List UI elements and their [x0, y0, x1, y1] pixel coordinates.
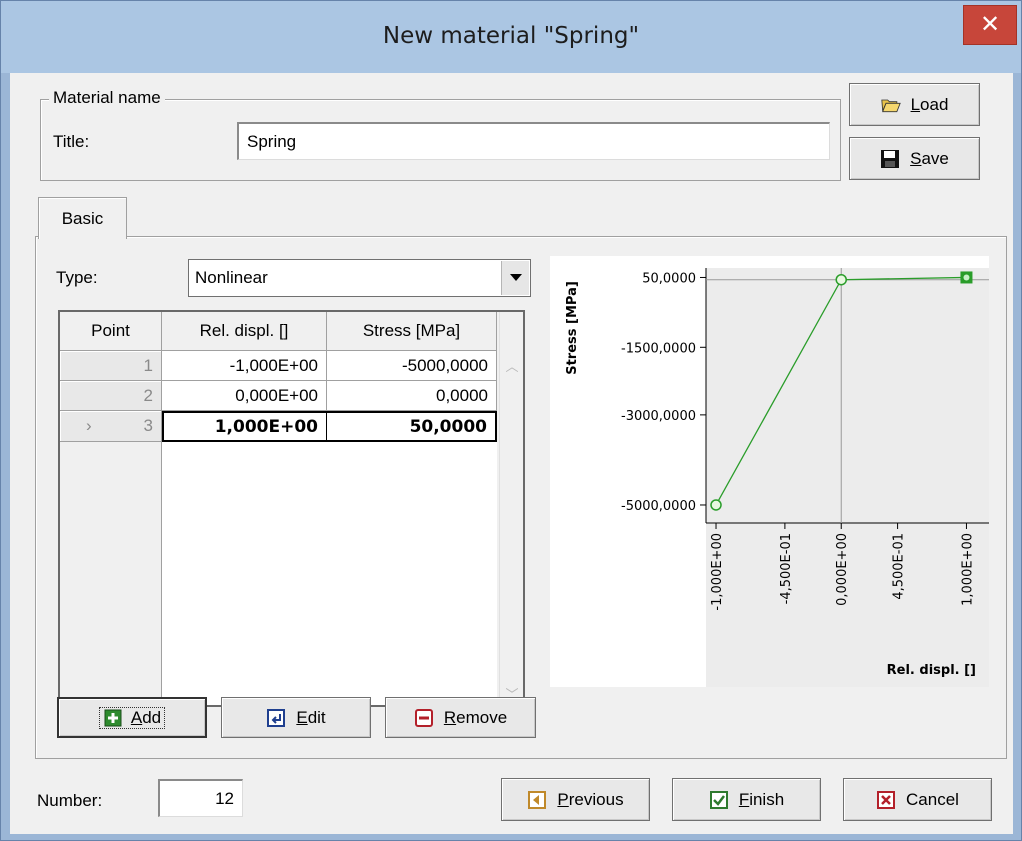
cell-stress-3[interactable]: 50,0000 [327, 411, 497, 442]
window-title: New material "Spring" [382, 23, 640, 49]
title-label: Title: [53, 132, 90, 151]
row-header-column [60, 442, 162, 705]
title-input[interactable]: Spring [237, 122, 830, 160]
close-icon [876, 790, 896, 810]
x-tick-label: -1,000E+00 [710, 533, 725, 611]
row-number: 3 [143, 416, 153, 435]
y-axis-title: Stress [MPa] [565, 281, 580, 375]
current-row-marker-icon: › [86, 416, 92, 435]
type-select[interactable]: Nonlinear [188, 259, 531, 297]
checkmark-icon [709, 790, 729, 810]
row-number: 2 [143, 385, 153, 405]
load-label: Load [910, 94, 949, 114]
row-header-3[interactable]: › 3 [60, 411, 162, 442]
remove-button[interactable]: Remove [385, 697, 536, 738]
x-tick-label: 4,500E-01 [892, 533, 907, 600]
y-tick-label: 50,0000 [642, 271, 696, 286]
header-stress[interactable]: Stress [MPa] [327, 312, 497, 351]
close-button[interactable]: ✕ [963, 5, 1017, 45]
load-button[interactable]: Load [849, 83, 980, 126]
dialog-window: New material "Spring" ✕ Material name Ti… [0, 0, 1022, 841]
points-table: Point Rel. displ. [] Stress [MPa] 1 -1,0… [58, 310, 525, 707]
row-header-2[interactable]: 2 [60, 381, 162, 411]
y-tick-label: -1500,0000 [621, 341, 696, 356]
data-point[interactable] [710, 499, 722, 511]
cancel-button[interactable]: Cancel [843, 778, 992, 821]
plus-icon [103, 708, 123, 728]
save-button[interactable]: Save [849, 137, 980, 180]
arrow-left-icon [527, 790, 547, 810]
cell-stress-1[interactable]: -5000,0000 [327, 351, 497, 381]
dialog-client-area: Material name Title: Spring Load Save Ba… [10, 73, 1013, 834]
data-point[interactable] [963, 274, 970, 281]
data-point[interactable] [835, 273, 847, 286]
edit-button[interactable]: Edit [221, 697, 371, 738]
chevron-down-icon[interactable] [501, 261, 529, 295]
type-label: Type: [56, 268, 98, 287]
number-input[interactable]: 12 [158, 779, 243, 817]
row-number: 1 [143, 355, 153, 375]
number-input-value: 12 [215, 788, 234, 808]
cell-stress-2[interactable]: 0,0000 [327, 381, 497, 411]
cell-rel-displ-1[interactable]: -1,000E+00 [162, 351, 327, 381]
finish-label: Finish [738, 789, 785, 809]
cancel-label: Cancel [906, 789, 959, 809]
cell-rel-displ-3[interactable]: 1,000E+00 [162, 411, 327, 442]
number-label: Number: [37, 791, 103, 810]
header-rel-displ[interactable]: Rel. displ. [] [162, 312, 327, 351]
y-tick-label: -3000,0000 [621, 409, 696, 424]
add-label: Add [130, 707, 162, 727]
table-empty-area [162, 442, 497, 705]
title-bar[interactable]: New material "Spring" ✕ [1, 1, 1021, 73]
remove-label: Remove [443, 707, 508, 727]
material-name-group: Material name Title: Spring [40, 88, 841, 181]
x-axis-title: Rel. displ. [] [887, 663, 976, 678]
cell-rel-displ-2[interactable]: 0,000E+00 [162, 381, 327, 411]
previous-button[interactable]: Previous [501, 778, 650, 821]
header-point[interactable]: Point [60, 312, 162, 351]
y-tick-label: -5000,0000 [621, 499, 696, 514]
add-button-focus: Add [98, 706, 166, 729]
floppy-disk-icon [880, 149, 900, 169]
x-tick-label: -4,500E-01 [779, 533, 794, 604]
table-vertical-scrollbar[interactable]: ︿ ﹀ [499, 312, 523, 705]
row-header-1[interactable]: 1 [60, 351, 162, 381]
plot-area [706, 268, 989, 523]
edit-arrow-icon [266, 708, 286, 728]
stress-strain-chart: Stress [MPa] Rel. displ. [] 50,0000 -1500… [550, 256, 989, 687]
save-label: Save [910, 148, 949, 168]
finish-button[interactable]: Finish [672, 778, 821, 821]
x-tick-label: 1,000E+00 [960, 533, 975, 606]
chart-svg: Stress [MPa] Rel. displ. [] 50,0000 -1500… [565, 268, 989, 687]
folder-open-icon [880, 95, 901, 115]
scroll-up-icon[interactable]: ︿ [503, 356, 521, 375]
edit-label: Edit [296, 707, 326, 727]
type-select-value: Nonlinear [195, 268, 268, 287]
add-button[interactable]: Add [57, 697, 207, 738]
material-name-legend: Material name [49, 88, 165, 108]
title-input-value: Spring [247, 131, 297, 151]
tab-basic[interactable]: Basic [38, 197, 127, 239]
previous-label: Previous [557, 789, 624, 809]
minus-icon [414, 708, 434, 728]
x-tick-label: 0,000E+00 [835, 533, 850, 606]
tab-basic-label: Basic [61, 208, 104, 228]
